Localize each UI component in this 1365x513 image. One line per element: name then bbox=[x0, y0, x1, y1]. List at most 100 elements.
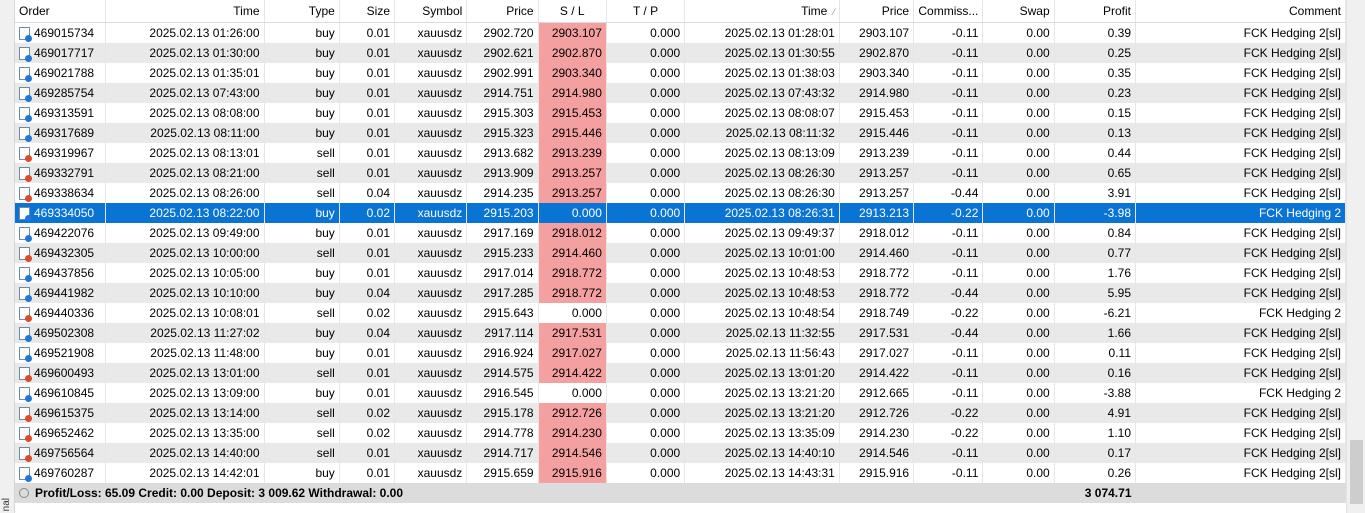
cell-profit: 0.35 bbox=[1054, 63, 1137, 83]
cell-comment: FCK Hedging 2 bbox=[1135, 303, 1346, 323]
cell-close-time: 2025.02.13 01:28:01 bbox=[684, 22, 840, 43]
buy-order-icon bbox=[19, 287, 32, 302]
cell-size: 0.01 bbox=[339, 383, 396, 403]
cell-open-price: 2913.909 bbox=[466, 163, 539, 183]
table-row[interactable]: 469600493 2025.02.13 13:01:00 sell 0.01 xauu… bbox=[15, 363, 1346, 383]
cell-swap: 0.00 bbox=[982, 183, 1055, 203]
cell-tp: 0.000 bbox=[606, 83, 686, 103]
col-header-type[interactable]: Type bbox=[264, 0, 340, 23]
cell-swap: 0.00 bbox=[982, 103, 1055, 123]
cell-open-time: 2025.02.13 08:13:01 bbox=[105, 143, 265, 163]
table-row[interactable]: 469432305 2025.02.13 10:00:00 sell 0.01 xauu… bbox=[15, 243, 1346, 263]
cell-commission: -0.11 bbox=[913, 383, 984, 403]
table-row[interactable]: 469313591 2025.02.13 08:08:00 buy 0.01 xauus… bbox=[15, 103, 1346, 123]
scrollbar-thumb[interactable] bbox=[1350, 440, 1363, 504]
cell-sl: 2918.772 bbox=[538, 283, 607, 303]
cell-open-time: 2025.02.13 13:35:00 bbox=[105, 423, 265, 443]
table-row[interactable]: 469015734 2025.02.13 01:26:00 buy 0.01 xauus… bbox=[15, 22, 1346, 43]
cell-profit: 0.39 bbox=[1054, 22, 1137, 43]
table-row[interactable]: 469021788 2025.02.13 01:35:01 buy 0.01 xauus… bbox=[15, 63, 1346, 83]
table-row[interactable]: 469502308 2025.02.13 11:27:02 buy 0.04 xauus… bbox=[15, 323, 1346, 343]
col-header-close-time[interactable]: Time ⁄ bbox=[684, 0, 840, 23]
table-row[interactable]: 469440336 2025.02.13 10:08:01 sell 0.02 xauu… bbox=[15, 303, 1346, 323]
cell-symbol: xauusdz bbox=[394, 223, 468, 243]
summary-circle-icon bbox=[19, 488, 29, 498]
terminal-side-tab[interactable]: nal bbox=[0, 0, 15, 513]
cell-size: 0.04 bbox=[339, 323, 396, 343]
table-row[interactable]: 469285754 2025.02.13 07:43:00 buy 0.01 xauus… bbox=[15, 83, 1346, 103]
cell-profit: 0.84 bbox=[1054, 223, 1137, 243]
table-row[interactable]: 469652462 2025.02.13 13:35:00 sell 0.02 xauu… bbox=[15, 423, 1346, 443]
table-row[interactable]: 469760287 2025.02.13 14:42:01 buy 0.01 xauus… bbox=[15, 463, 1346, 483]
col-header-comment[interactable]: Comment bbox=[1135, 0, 1346, 23]
col-header-close-time-label: Time bbox=[801, 4, 828, 18]
cell-open-price: 2915.643 bbox=[466, 303, 539, 323]
table-row[interactable]: 469615375 2025.02.13 13:14:00 sell 0.02 xauu… bbox=[15, 403, 1346, 423]
side-tab-label: nal bbox=[1, 497, 12, 511]
col-header-sl[interactable]: S / L bbox=[538, 0, 607, 23]
cell-type: buy bbox=[264, 43, 340, 63]
order-number: 469313591 bbox=[34, 106, 95, 120]
cell-order: 469319967 bbox=[15, 143, 106, 163]
table-row[interactable]: 469422076 2025.02.13 09:49:00 buy 0.01 xauus… bbox=[15, 223, 1346, 243]
buy-order-icon bbox=[19, 227, 32, 242]
table-row[interactable]: 469319967 2025.02.13 08:13:01 sell 0.01 xauu… bbox=[15, 143, 1346, 163]
cell-swap: 0.00 bbox=[982, 83, 1055, 103]
col-header-price[interactable]: Price bbox=[466, 0, 539, 23]
cell-tp: 0.000 bbox=[606, 103, 686, 123]
col-header-profit[interactable]: Profit bbox=[1054, 0, 1137, 23]
cell-commission: -0.22 bbox=[913, 403, 984, 423]
order-number: 469610845 bbox=[34, 386, 95, 400]
table-row[interactable]: 469317689 2025.02.13 08:11:00 buy 0.01 xauus… bbox=[15, 123, 1346, 143]
cell-order: 469313591 bbox=[15, 103, 106, 123]
cell-swap: 0.00 bbox=[982, 403, 1055, 423]
vertical-scrollbar[interactable] bbox=[1346, 0, 1365, 513]
table-row[interactable]: 469334050 2025.02.13 08:22:00 buy 0.02 xauus… bbox=[15, 203, 1346, 223]
cell-comment: FCK Hedging 2[sl] bbox=[1135, 423, 1346, 443]
order-number: 469437856 bbox=[34, 266, 95, 280]
cell-profit: 4.91 bbox=[1054, 403, 1137, 423]
cell-sl: 2903.107 bbox=[538, 22, 607, 43]
order-number: 469334050 bbox=[34, 206, 95, 220]
cell-open-price: 2916.545 bbox=[466, 383, 539, 403]
table-row[interactable]: 469756564 2025.02.13 14:40:00 sell 0.01 xauu… bbox=[15, 443, 1346, 463]
table-row[interactable]: 469338634 2025.02.13 08:26:00 sell 0.04 xauu… bbox=[15, 183, 1346, 203]
cell-open-time: 2025.02.13 07:43:00 bbox=[105, 83, 265, 103]
cell-order: 469317689 bbox=[15, 123, 106, 143]
table-row[interactable]: 469332791 2025.02.13 08:21:00 sell 0.01 xauu… bbox=[15, 163, 1346, 183]
cell-tp: 0.000 bbox=[606, 143, 686, 163]
table-row[interactable]: 469521908 2025.02.13 11:48:00 buy 0.01 xauus… bbox=[15, 343, 1346, 363]
buy-order-icon bbox=[19, 347, 32, 362]
cell-open-time: 2025.02.13 13:14:00 bbox=[105, 403, 265, 423]
cell-close-price: 2918.749 bbox=[839, 303, 915, 323]
cell-commission: -0.11 bbox=[913, 263, 984, 283]
cell-tp: 0.000 bbox=[606, 323, 686, 343]
cell-tp: 0.000 bbox=[606, 43, 686, 63]
sell-order-icon bbox=[19, 427, 32, 442]
col-header-time[interactable]: Time bbox=[105, 0, 265, 23]
cell-open-time: 2025.02.13 13:09:00 bbox=[105, 383, 265, 403]
cell-type: sell bbox=[264, 163, 340, 183]
cell-size: 0.01 bbox=[339, 363, 396, 383]
cell-swap: 0.00 bbox=[982, 323, 1055, 343]
table-row[interactable]: 469441982 2025.02.13 10:10:00 buy 0.04 xauus… bbox=[15, 283, 1346, 303]
col-header-symbol[interactable]: Symbol bbox=[394, 0, 468, 23]
sell-order-icon bbox=[19, 187, 32, 202]
table-row[interactable]: 469017717 2025.02.13 01:30:00 buy 0.01 xauus… bbox=[15, 43, 1346, 63]
col-header-size[interactable]: Size bbox=[339, 0, 396, 23]
col-header-order[interactable]: Order bbox=[15, 0, 106, 23]
cell-commission: -0.11 bbox=[913, 463, 984, 483]
col-header-close-price[interactable]: Price bbox=[839, 0, 915, 23]
table-row[interactable]: 469437856 2025.02.13 10:05:00 buy 0.01 xauus… bbox=[15, 263, 1346, 283]
cell-symbol: xauusdz bbox=[394, 283, 468, 303]
col-header-swap[interactable]: Swap bbox=[982, 0, 1055, 23]
cell-swap: 0.00 bbox=[982, 423, 1055, 443]
col-header-tp[interactable]: T / P bbox=[606, 0, 686, 23]
cell-profit: -3.98 bbox=[1054, 203, 1137, 223]
cell-profit: 1.66 bbox=[1054, 323, 1137, 343]
cell-profit: -6.21 bbox=[1054, 303, 1137, 323]
col-header-commission[interactable]: Commiss... bbox=[913, 0, 984, 23]
cell-tp: 0.000 bbox=[606, 423, 686, 443]
table-row[interactable]: 469610845 2025.02.13 13:09:00 buy 0.01 xauus… bbox=[15, 383, 1346, 403]
cell-open-price: 2917.114 bbox=[466, 323, 539, 343]
